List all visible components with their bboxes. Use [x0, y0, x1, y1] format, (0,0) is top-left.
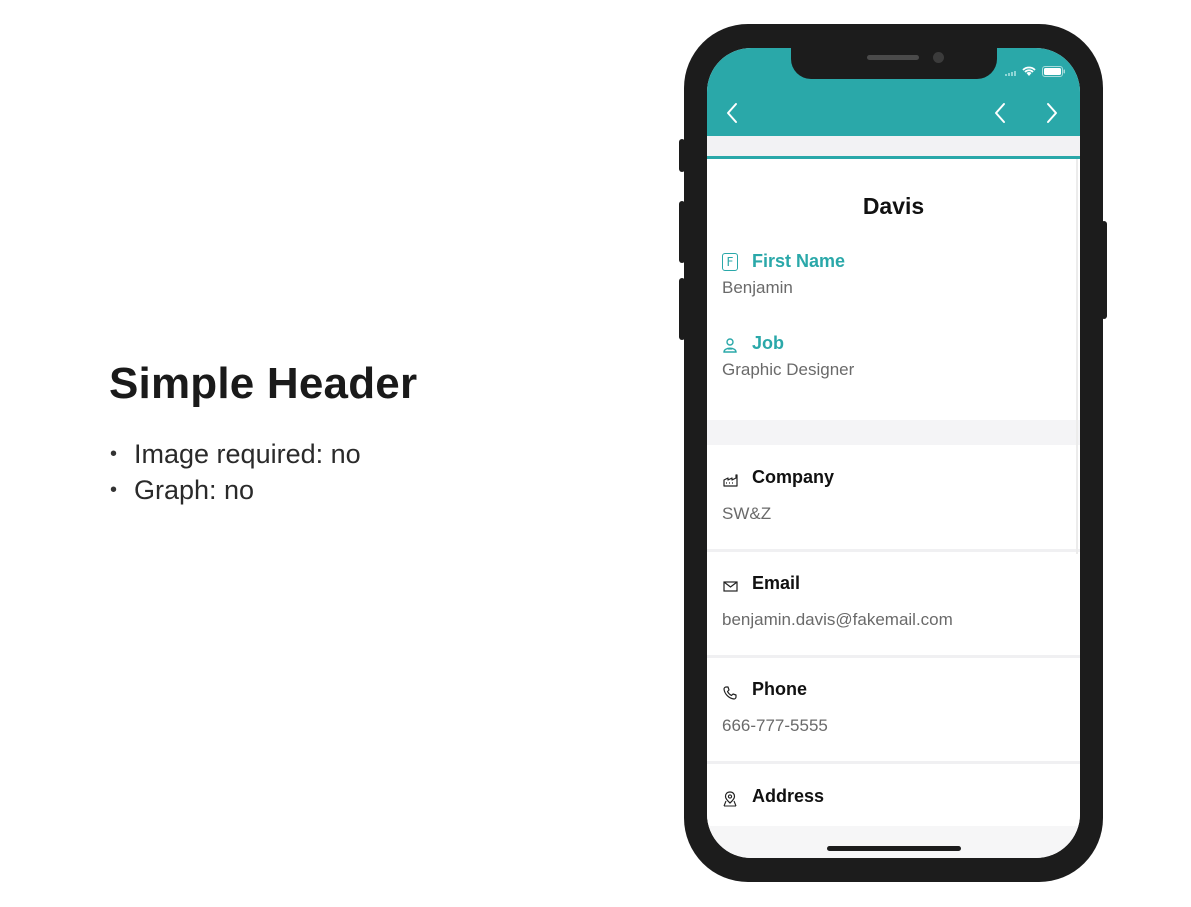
record-title: Davis	[862, 193, 925, 219]
battery-icon	[1042, 64, 1066, 82]
section-phone: Phone 666-777-5555	[707, 658, 1080, 764]
field-value: 666-777-5555	[722, 716, 828, 735]
scroll-edge	[1076, 159, 1078, 554]
mute-switch	[679, 139, 685, 172]
section-email: Email benjamin.davis@fakemail.com	[707, 552, 1080, 658]
feature-list: • Image required: no • Graph: no	[110, 436, 361, 508]
previous-record-icon[interactable]	[993, 102, 1007, 129]
feature-item: • Graph: no	[110, 472, 361, 508]
back-chevron-icon[interactable]	[725, 102, 739, 129]
next-record-icon[interactable]	[1045, 102, 1059, 129]
volume-down-button	[679, 278, 685, 340]
phone-frame: Davis F First Name Benjamin Job Graphic …	[679, 24, 1107, 882]
envelope-icon	[722, 581, 738, 592]
field-job: Job Graphic Designer	[722, 333, 854, 380]
person-icon	[722, 338, 738, 353]
slide-title: Simple Header	[109, 359, 418, 408]
field-label: Address	[752, 785, 825, 806]
home-indicator[interactable]	[827, 846, 961, 851]
header-card: Davis F First Name Benjamin Job Graphic …	[707, 159, 1077, 419]
section-company: Company SW&Z	[707, 445, 1080, 552]
field-address: Address	[722, 785, 824, 807]
feature-item: • Image required: no	[110, 436, 361, 472]
field-value: benjamin.davis@fakemail.com	[722, 610, 953, 629]
speaker	[867, 55, 919, 60]
section-address: Address	[707, 764, 1080, 826]
notch	[791, 48, 997, 79]
phone-icon	[722, 685, 738, 700]
feature-text: Graph: no	[134, 475, 255, 505]
status-bar	[1005, 64, 1066, 82]
f-letter-icon: F	[722, 252, 738, 271]
feature-text: Image required: no	[134, 439, 361, 469]
field-label: Phone	[752, 679, 808, 699]
header-divider	[707, 136, 1080, 159]
field-email: Email benjamin.davis@fakemail.com	[722, 573, 953, 630]
volume-up-button	[679, 201, 685, 263]
bullet-dot: •	[110, 443, 118, 465]
bottom-safe-area	[707, 826, 1080, 858]
field-value: Graphic Designer	[722, 360, 855, 379]
field-value: SW&Z	[722, 504, 772, 523]
field-value: Benjamin	[722, 278, 793, 297]
map-pin-icon	[722, 791, 738, 807]
field-label: First Name	[752, 251, 846, 271]
factory-icon	[722, 474, 738, 487]
signal-icon	[1005, 70, 1016, 76]
front-camera	[933, 52, 944, 63]
field-label: Email	[752, 573, 801, 593]
field-label: Job	[752, 333, 785, 353]
field-first-name: F First Name Benjamin	[722, 251, 845, 298]
field-phone: Phone 666-777-5555	[722, 679, 828, 736]
wifi-icon	[1022, 64, 1036, 82]
bullet-dot: •	[110, 479, 118, 501]
field-label: Company	[752, 467, 835, 487]
phone-screen: Davis F First Name Benjamin Job Graphic …	[707, 48, 1080, 858]
section-separator	[707, 420, 1080, 445]
field-company: Company SW&Z	[722, 467, 834, 524]
power-button	[1101, 221, 1107, 319]
